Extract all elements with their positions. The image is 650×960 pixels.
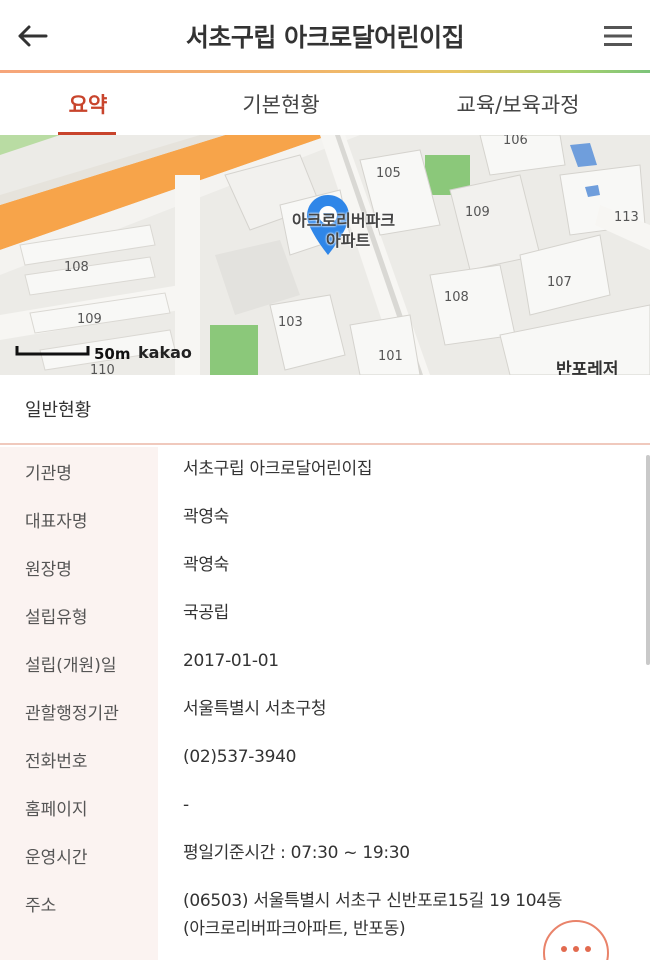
- hamburger-menu-icon: [604, 26, 632, 46]
- building-label: 107: [547, 275, 572, 290]
- building-label: 108: [444, 290, 469, 305]
- tab-curriculum-label: 교육/보육과정: [456, 93, 580, 117]
- scroll-edge-indicator: [646, 455, 650, 665]
- info-row-phone: 전화번호 (02)537-3940: [0, 735, 650, 783]
- info-label: 설립유형: [25, 608, 88, 628]
- map-scale-label: 50m: [94, 345, 131, 363]
- info-row-opening-date: 설립(개원)일 2017-01-01: [0, 639, 650, 687]
- info-label: 관할행정기관: [25, 704, 119, 724]
- info-value: -: [183, 795, 189, 815]
- info-table: 기관명 서초구립 아크로달어린이집 대표자명 곽영숙 원장명 곽영숙 설립유형 …: [0, 447, 650, 960]
- info-label: 운영시간: [25, 848, 88, 868]
- building-label: 106: [503, 135, 528, 148]
- app-header: 서초구립 아크로달어린이집: [0, 0, 650, 72]
- info-row-jurisdiction: 관할행정기관 서울특별시 서초구청: [0, 687, 650, 735]
- info-row-institution-name: 기관명 서초구립 아크로달어린이집: [0, 447, 650, 495]
- building-label: 101: [378, 349, 403, 364]
- map-view[interactable]: 106 105 109 113 108 107 108 109 103 101 …: [0, 135, 650, 375]
- phone-link[interactable]: (02)537-3940: [183, 743, 296, 771]
- building-label: 108: [64, 260, 89, 275]
- arrow-left-icon: [18, 25, 48, 47]
- info-label: 주소: [25, 896, 57, 916]
- map-poi-label[interactable]: 아크로리버파크 아파트: [292, 211, 395, 251]
- info-row-director: 원장명 곽영숙: [0, 543, 650, 591]
- info-row-homepage: 홈페이지 -: [0, 783, 650, 831]
- info-value: 서울특별시 서초구청: [183, 699, 327, 719]
- section-general-status: 일반현황: [0, 375, 650, 445]
- tab-summary[interactable]: 요약: [0, 73, 176, 135]
- tab-curriculum[interactable]: 교육/보육과정: [386, 73, 650, 135]
- info-label: 대표자명: [25, 512, 88, 532]
- tab-basic-status[interactable]: 기본현황: [176, 73, 386, 135]
- address-line2: (아크로리버파크아파트, 반포동): [183, 919, 406, 939]
- info-value: 곽영숙: [183, 507, 230, 527]
- map-canvas: [0, 135, 650, 375]
- info-row-operating-hours: 운영시간 평일기준시간 : 07:30 ~ 19:30: [0, 831, 650, 879]
- info-value: 평일기준시간 : 07:30 ~ 19:30: [183, 843, 410, 863]
- map-place-label: 반포레저: [556, 360, 619, 375]
- building-label: 109: [465, 205, 490, 220]
- tab-summary-label: 요약: [68, 93, 108, 117]
- tab-bar: 요약 기본현황 교육/보육과정: [0, 73, 650, 135]
- info-label: 설립(개원)일: [25, 656, 117, 676]
- info-label: 전화번호: [25, 752, 88, 772]
- menu-button[interactable]: [598, 18, 638, 54]
- info-value: 국공립: [183, 603, 230, 623]
- info-value: 2017-01-01: [183, 651, 279, 671]
- map-provider-logo: kakao: [138, 343, 192, 362]
- info-label: 원장명: [25, 560, 72, 580]
- info-row-representative: 대표자명 곽영숙: [0, 495, 650, 543]
- building-label: 113: [614, 210, 639, 225]
- building-label: 110: [90, 363, 115, 375]
- address-line1: (06503) 서울특별시 서초구 신반포로15길 19 104동: [183, 891, 563, 911]
- page-title: 서초구립 아크로달어린이집: [185, 23, 465, 52]
- building-label: 105: [376, 166, 401, 181]
- address-value: (06503) 서울특별시 서초구 신반포로15길 19 104동 (아크로리버…: [183, 887, 562, 943]
- tab-basic-status-label: 기본현황: [242, 93, 320, 117]
- poi-name-line1: 아크로리버파크: [292, 211, 396, 230]
- info-value: 서초구립 아크로달어린이집: [183, 459, 373, 479]
- building-label: 103: [278, 315, 303, 330]
- info-row-establishment-type: 설립유형 국공립: [0, 591, 650, 639]
- info-label: 기관명: [25, 464, 72, 484]
- poi-name-line2: 아파트: [326, 231, 371, 250]
- back-button[interactable]: [12, 18, 52, 54]
- info-value: 곽영숙: [183, 555, 230, 575]
- more-dots-icon: [558, 946, 594, 952]
- info-label: 홈페이지: [25, 800, 88, 820]
- section-title: 일반현황: [25, 400, 92, 421]
- building-label: 109: [77, 312, 102, 327]
